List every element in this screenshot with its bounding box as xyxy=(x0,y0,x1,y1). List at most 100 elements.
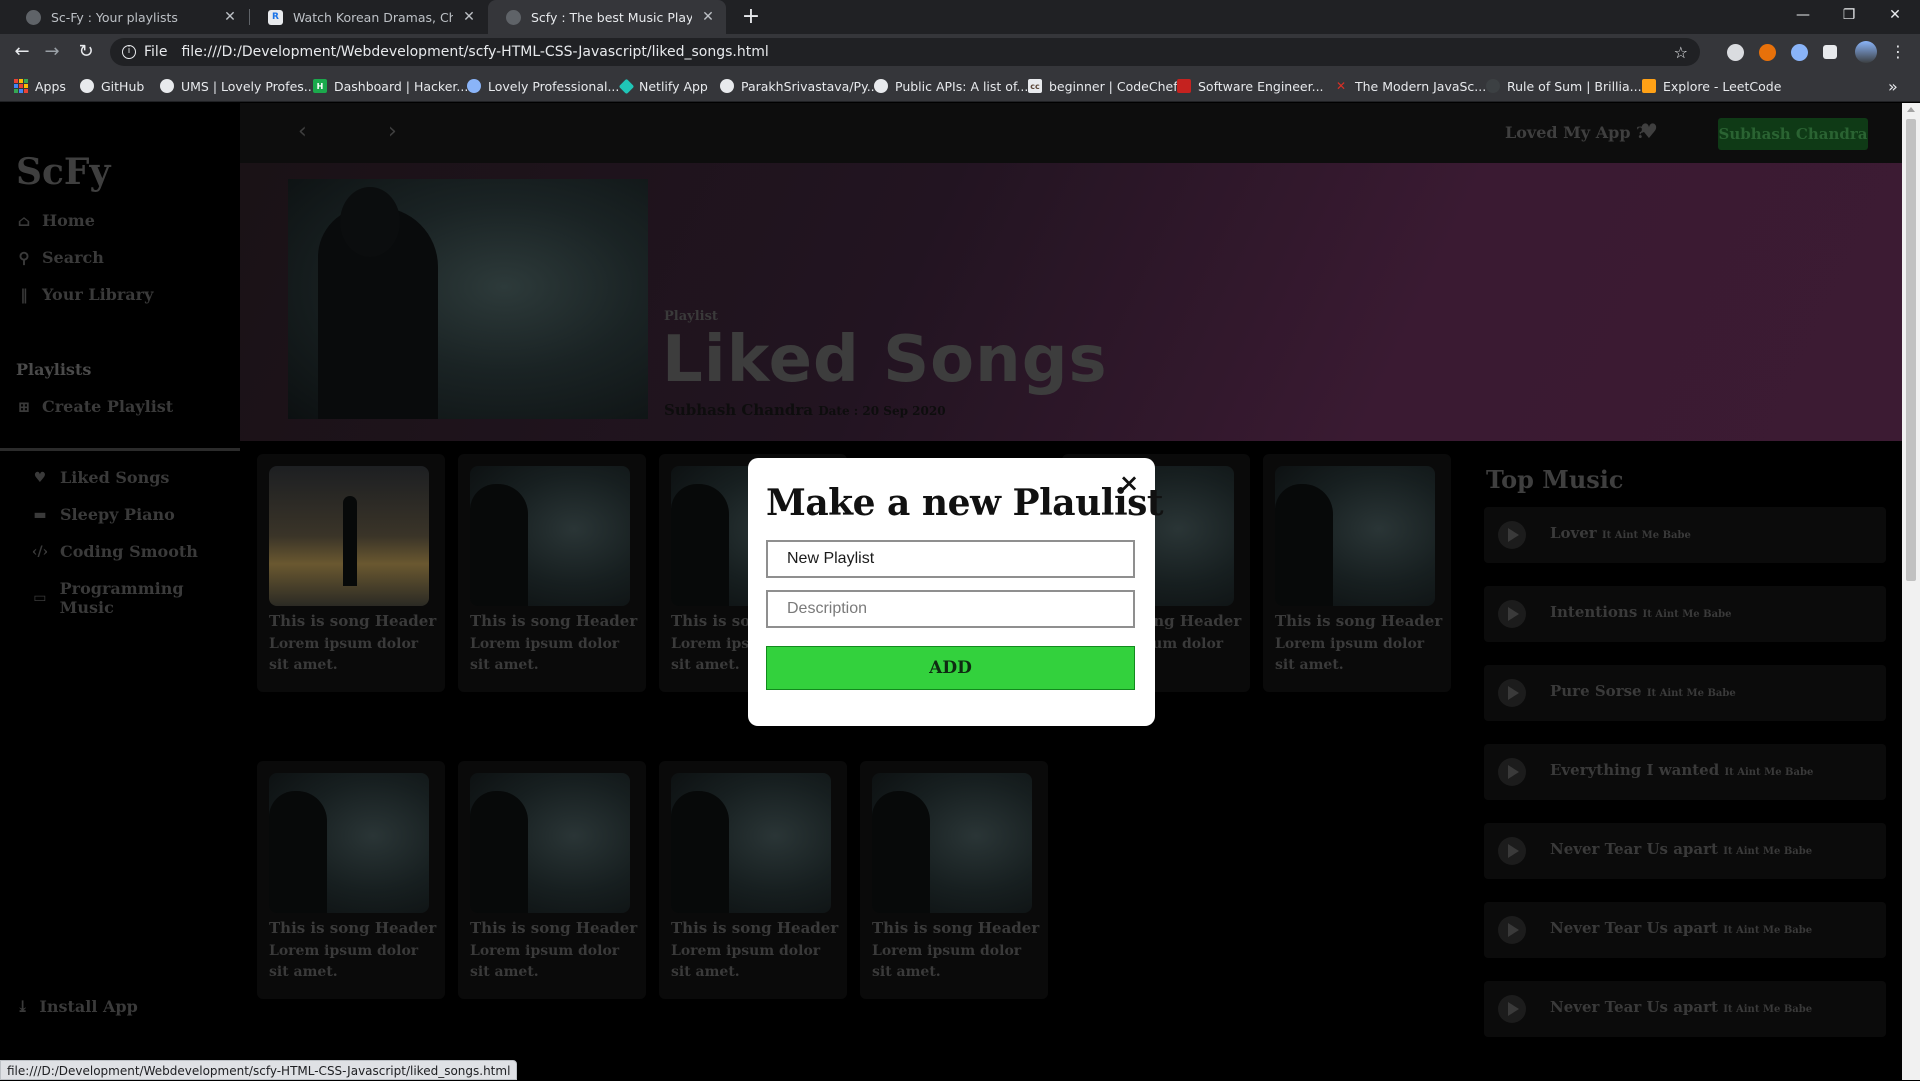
song-card[interactable]: This is song Header Lorem ipsum dolor si… xyxy=(659,761,847,999)
track-row[interactable]: Never Tear Us apart It Aint Me Babe xyxy=(1484,902,1886,958)
user-button[interactable]: Subhash Chandra xyxy=(1718,118,1868,150)
nav-home[interactable]: ⌂ Home xyxy=(16,211,95,230)
extension-icon[interactable] xyxy=(1727,44,1744,61)
bookmark-codechef[interactable]: cc beginner | CodeChef xyxy=(1028,70,1178,102)
tab-scfy-player[interactable]: Scfy : The best Music Player ✕ xyxy=(488,0,726,34)
sidebar-item-liked-songs[interactable]: ♥ Liked Songs xyxy=(30,468,170,487)
bookmark-github[interactable]: GitHub xyxy=(80,70,144,102)
track-row[interactable]: Never Tear Us apart It Aint Me Babe xyxy=(1484,981,1886,1037)
track-artist: It Aint Me Babe xyxy=(1723,925,1813,936)
bookmark-modern-javascript[interactable]: ✕ The Modern JavaSc... xyxy=(1334,70,1486,102)
close-icon[interactable]: ✕ xyxy=(222,9,238,25)
install-app-button[interactable]: ⤓ Install App xyxy=(16,997,138,1016)
plus-square-icon: ⊞ xyxy=(17,397,31,416)
heart-icon[interactable]: ♥ xyxy=(1640,119,1658,143)
window-close-button[interactable]: ✕ xyxy=(1872,0,1918,30)
sidebar-item-sleepy-piano[interactable]: ▬ Sleepy Piano xyxy=(30,505,174,524)
create-playlist-button[interactable]: ⊞ Create Playlist xyxy=(16,397,173,416)
bookmark-hackerrank[interactable]: H Dashboard | Hacker... xyxy=(313,70,468,102)
song-card[interactable]: This is song Header Lorem ipsum dolor si… xyxy=(257,454,445,692)
sidebar-item-label: Programming Music xyxy=(59,579,184,617)
bookmark-apps[interactable]: Apps xyxy=(14,70,66,102)
sidebar-item-label: Liked Songs xyxy=(60,468,170,487)
play-icon[interactable] xyxy=(1498,600,1526,628)
chevron-left-icon[interactable]: ‹ xyxy=(298,119,307,144)
song-card-title: This is song Header xyxy=(269,919,437,937)
bookmark-lovely-professional[interactable]: Lovely Professional... xyxy=(467,70,619,102)
nav-search[interactable]: ⚲ Search xyxy=(16,248,104,267)
github-icon xyxy=(80,79,94,93)
reload-button[interactable]: ↻ xyxy=(74,40,98,64)
song-card[interactable]: This is song Header Lorem ipsum dolor si… xyxy=(458,454,646,692)
x-icon: ✕ xyxy=(1335,79,1347,93)
nav-your-library[interactable]: ‖ Your Library xyxy=(16,285,153,304)
sidebar-item-programming-music[interactable]: ▭ Programming Music xyxy=(30,579,240,617)
back-button[interactable]: ← xyxy=(10,40,34,64)
song-thumbnail xyxy=(269,773,429,913)
bookmark-star-icon[interactable]: ☆ xyxy=(1674,43,1688,62)
minimize-button[interactable]: — xyxy=(1780,0,1826,30)
track-row[interactable]: Pure Sorse It Aint Me Babe xyxy=(1484,665,1886,721)
track-row[interactable]: Intentions It Aint Me Babe xyxy=(1484,586,1886,642)
song-card[interactable]: This is song Header Lorem ipsum dolor si… xyxy=(257,761,445,999)
sidebar-item-coding-smooth[interactable]: ‹/› Coding Smooth xyxy=(30,542,198,561)
play-icon[interactable] xyxy=(1498,679,1526,707)
puzzle-icon[interactable] xyxy=(1823,45,1837,59)
track-artist: It Aint Me Babe xyxy=(1723,846,1813,857)
song-card-title: This is song Header xyxy=(872,919,1040,937)
song-card[interactable]: This is song Header Lorem ipsum dolor si… xyxy=(860,761,1048,999)
song-card-desc: Lorem ipsum dolor sit amet. xyxy=(269,943,419,980)
download-icon: ⤓ xyxy=(16,997,30,1016)
app-logo[interactable]: ScFy xyxy=(16,151,110,193)
bookmark-brilliant[interactable]: Rule of Sum | Brillia... xyxy=(1486,70,1642,102)
close-icon[interactable]: ✕ xyxy=(461,9,477,25)
bookmark-label: Explore - LeetCode xyxy=(1663,78,1782,94)
bookmark-netlify[interactable]: Netlify App xyxy=(618,70,708,102)
forward-button[interactable]: → xyxy=(40,40,64,64)
track-row[interactable]: Lover It Aint Me Babe xyxy=(1484,507,1886,563)
playlist-description-input[interactable] xyxy=(766,590,1135,628)
play-icon[interactable] xyxy=(1498,995,1526,1023)
playlist-type: Playlist xyxy=(664,309,718,324)
playlist-name-input[interactable] xyxy=(766,540,1135,578)
new-tab-button[interactable]: + xyxy=(738,4,764,29)
extension-icon[interactable] xyxy=(1791,44,1808,61)
play-icon[interactable] xyxy=(1498,758,1526,786)
bookmark-parakh[interactable]: ParakhSrivastava/Py... xyxy=(720,70,879,102)
scroll-up-arrow[interactable] xyxy=(1907,107,1915,112)
bookmark-public-apis[interactable]: Public APIs: A list of... xyxy=(874,70,1028,102)
bookmark-ums[interactable]: UMS | Lovely Profes... xyxy=(160,70,316,102)
song-card-desc: Lorem ipsum dolor sit amet. xyxy=(470,636,620,673)
add-button[interactable]: ADD xyxy=(766,646,1135,690)
song-card[interactable]: This is song Header Lorem ipsum dolor si… xyxy=(458,761,646,999)
close-icon[interactable]: × xyxy=(1118,471,1140,495)
info-icon[interactable]: i xyxy=(122,45,136,59)
song-card[interactable]: This is song Header Lorem ipsum dolor si… xyxy=(1263,454,1451,692)
extension-icon[interactable] xyxy=(1759,44,1776,61)
play-icon[interactable] xyxy=(1498,916,1526,944)
address-bar[interactable]: i File file:///D:/Development/Webdevelop… xyxy=(110,38,1700,66)
play-icon[interactable] xyxy=(1498,521,1526,549)
avatar[interactable] xyxy=(1855,41,1877,63)
bookmark-software-engineer[interactable]: Software Engineer... xyxy=(1177,70,1324,102)
page-scrollbar[interactable] xyxy=(1902,103,1920,1080)
track-row[interactable]: Everything I wanted It Aint Me Babe xyxy=(1484,744,1886,800)
tab-korean-dramas[interactable]: R Watch Korean Dramas, Chinese D ✕ xyxy=(250,0,487,34)
loved-my-app-link[interactable]: Loved My App ? xyxy=(1505,123,1645,142)
site-r-icon: R xyxy=(268,9,283,25)
globe-icon xyxy=(160,79,174,93)
close-icon[interactable]: ✕ xyxy=(700,9,716,25)
bookmark-label: The Modern JavaSc... xyxy=(1355,78,1487,94)
track-row[interactable]: Never Tear Us apart It Aint Me Babe xyxy=(1484,823,1886,879)
tab-your-playlists[interactable]: Sc-Fy : Your playlists ✕ xyxy=(8,0,248,34)
bookmark-leetcode[interactable]: Explore - LeetCode xyxy=(1642,70,1781,102)
scrollbar-thumb[interactable] xyxy=(1906,119,1916,581)
song-card-title: This is song Header xyxy=(470,919,638,937)
restore-button[interactable]: ❐ xyxy=(1826,0,1872,30)
menu-icon[interactable]: ⋮ xyxy=(1886,40,1910,64)
bookmarks-overflow-button[interactable]: » xyxy=(1888,70,1898,102)
url-text[interactable]: file:///D:/Development/Webdevelopment/sc… xyxy=(181,44,1673,60)
play-icon[interactable] xyxy=(1498,837,1526,865)
chevron-right-icon[interactable]: › xyxy=(388,119,397,144)
song-card-title: This is song Header xyxy=(470,612,638,630)
